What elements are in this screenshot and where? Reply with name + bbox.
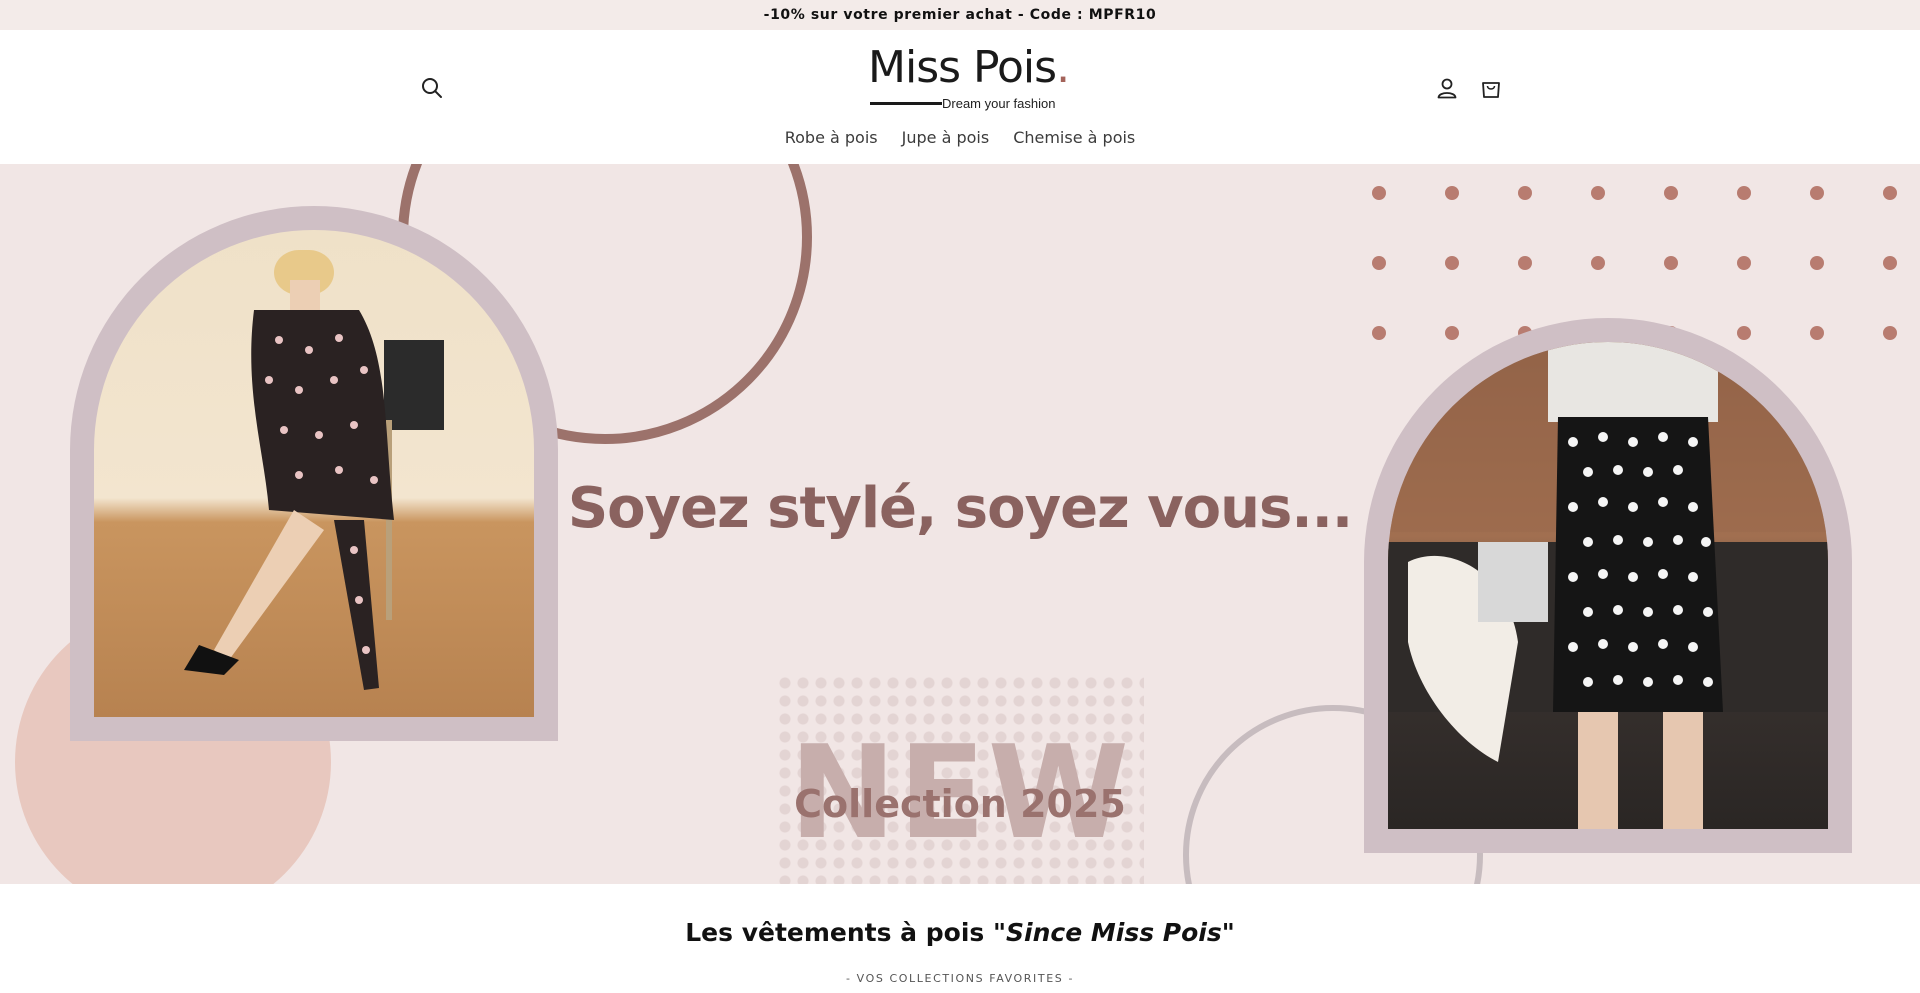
polka-dot <box>1737 256 1751 270</box>
polka-dot <box>1883 326 1897 340</box>
polka-dot <box>1445 186 1459 200</box>
polka-dot <box>1664 186 1678 200</box>
hero-banner[interactable]: Soyez stylé, soyez vous... NEW Collectio… <box>0 164 1920 884</box>
site-header: Miss Pois. Dream your fashion Robe à poi… <box>0 30 1920 165</box>
polka-dot <box>1737 186 1751 200</box>
logo[interactable]: Miss Pois. Dream your fashion <box>860 42 1070 111</box>
logo-name: Miss Pois. <box>868 42 1070 94</box>
announcement-text: -10% sur votre premier achat - Code : MP… <box>763 7 1157 23</box>
announcement-bar: -10% sur votre premier achat - Code : MP… <box>0 0 1920 30</box>
polka-dot <box>1372 256 1386 270</box>
main-nav: Robe à pois Jupe à pois Chemise à pois <box>0 126 1920 158</box>
user-icon[interactable] <box>1431 72 1463 104</box>
polka-dot <box>1518 256 1532 270</box>
polka-dot <box>1372 326 1386 340</box>
polka-dot <box>1445 326 1459 340</box>
polka-dot <box>1737 326 1751 340</box>
polka-dot <box>1445 256 1459 270</box>
polka-dot <box>1810 256 1824 270</box>
nav-item-robe[interactable]: Robe à pois <box>785 126 878 158</box>
polka-dot <box>1883 186 1897 200</box>
logo-dot: . <box>1056 42 1070 93</box>
polka-dot <box>1810 186 1824 200</box>
collection-label: Collection 2025 <box>794 782 1126 826</box>
polka-dot <box>1664 256 1678 270</box>
search-icon[interactable] <box>416 72 448 104</box>
polka-dot <box>1591 256 1605 270</box>
section-title-prefix: Les vêtements à pois " <box>685 918 1007 947</box>
section-subtitle: - VOS COLLECTIONS FAVORITES - <box>845 972 1075 985</box>
section-title-emphasis: Since Miss Pois <box>1006 918 1222 947</box>
section-title-suffix: " <box>1221 918 1235 947</box>
polka-dot <box>1518 186 1532 200</box>
cart-icon[interactable] <box>1475 72 1507 104</box>
logo-underline <box>870 102 942 105</box>
polka-dot <box>1810 326 1824 340</box>
logo-tagline: Dream your fashion <box>942 96 1056 111</box>
polka-dot <box>1591 186 1605 200</box>
model-skirt-photo <box>1388 342 1828 829</box>
nav-item-chemise[interactable]: Chemise à pois <box>1013 126 1135 158</box>
section-title: Les vêtements à pois "Since Miss Pois" <box>0 918 1920 947</box>
nav-item-jupe[interactable]: Jupe à pois <box>902 126 990 158</box>
hero-slogan: Soyez stylé, soyez vous... <box>567 476 1353 541</box>
polka-dot <box>1883 256 1897 270</box>
model-dress-photo <box>94 230 534 717</box>
logo-name-text: Miss Pois <box>868 42 1057 93</box>
polka-dot <box>1372 186 1386 200</box>
